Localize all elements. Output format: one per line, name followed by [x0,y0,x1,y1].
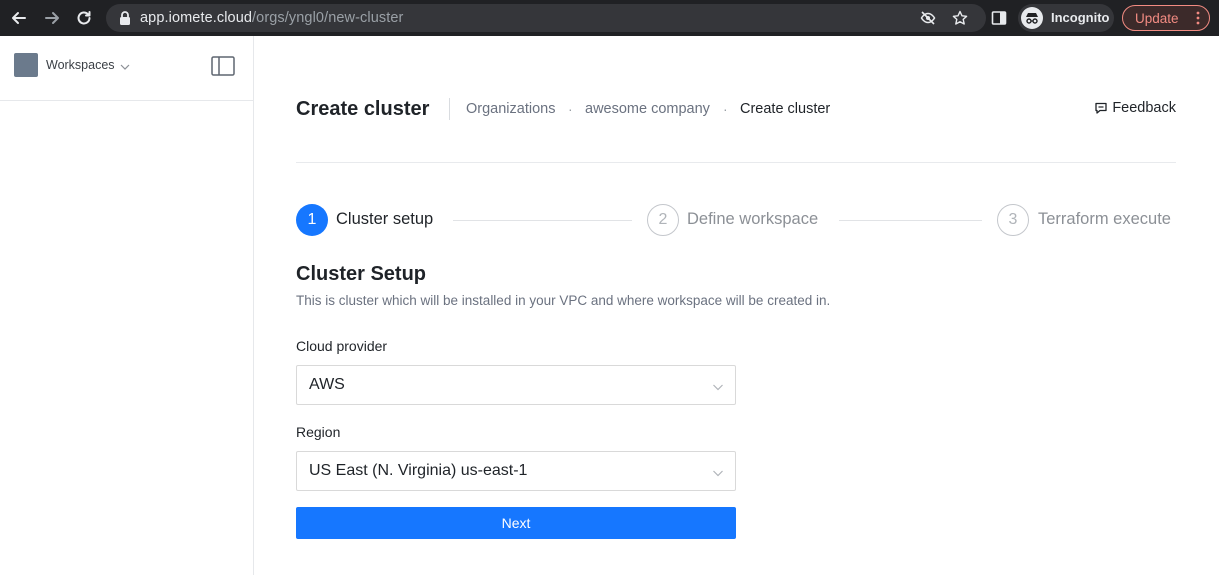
browser-toolbar: app.iomete.cloud/orgs/yngl0/new-cluster … [0,0,1219,36]
chevron-down-icon [712,380,724,392]
chat-bubble-icon [1095,102,1107,114]
step-number: 3 [1008,211,1018,228]
step-connector [453,220,632,221]
section-title: Cluster Setup [296,263,427,285]
header-divider [296,162,1176,163]
update-button[interactable]: Update [1122,5,1210,31]
address-bar[interactable]: app.iomete.cloud/orgs/yngl0/new-cluster [106,4,986,32]
title-separator [449,98,450,120]
step-number: 1 [307,211,317,228]
page-title: Create cluster [296,98,430,120]
sidebar-collapse-icon[interactable] [211,56,235,76]
breadcrumb-organizations[interactable]: Organizations [466,101,555,117]
incognito-badge[interactable]: Incognito [1018,4,1114,32]
feedback-button[interactable]: Feedback [1094,100,1176,116]
step-connector [839,220,982,221]
region-select[interactable]: US East (N. Virginia) us-east-1 [296,451,736,491]
breadcrumb-separator: · [723,101,728,117]
eye-off-icon[interactable] [920,10,936,26]
region-value: US East (N. Virginia) us-east-1 [309,462,528,479]
chevron-down-icon [712,466,724,478]
back-arrow-icon[interactable] [9,8,29,28]
incognito-icon [1021,7,1043,29]
step-2-label: Define workspace [687,210,819,228]
star-icon[interactable] [952,10,968,26]
sidebar: Workspaces [0,36,254,575]
kebab-menu-icon[interactable] [1196,11,1200,30]
workspace-selector-label[interactable]: Workspaces [46,58,115,72]
chevron-down-icon[interactable] [120,59,130,70]
breadcrumb-company[interactable]: awesome company [585,101,710,117]
step-2-indicator: 2 [647,204,679,236]
step-3-indicator: 3 [997,204,1029,236]
workspace-avatar[interactable] [14,53,38,77]
reload-icon[interactable] [74,8,94,28]
sidebar-header: Workspaces [0,36,253,101]
url-path: /orgs/yngl0/new-cluster [252,10,404,26]
step-number: 2 [658,211,668,228]
next-button[interactable]: Next [296,507,736,539]
cloud-provider-select[interactable]: AWS [296,365,736,405]
forward-arrow-icon[interactable] [42,8,62,28]
section-description: This is cluster which will be installed … [296,293,831,308]
cloud-provider-value: AWS [309,376,345,393]
sidebar-panel-icon[interactable] [989,8,1009,28]
step-3-label: Terraform execute [1038,210,1171,228]
breadcrumb-current: Create cluster [740,101,831,117]
step-1-label: Cluster setup [336,210,434,228]
cloud-provider-label: Cloud provider [296,338,388,354]
breadcrumb-separator: · [568,101,573,117]
step-1-indicator: 1 [296,204,328,236]
update-label: Update [1135,11,1179,26]
incognito-label: Incognito [1051,10,1110,25]
url-text: app.iomete.cloud/orgs/yngl0/new-cluster [140,10,403,26]
url-host: app.iomete.cloud [140,10,253,26]
lock-icon [118,10,134,26]
region-label: Region [296,424,341,440]
main-content: Create cluster Organizations · awesome c… [254,36,1219,575]
feedback-label: Feedback [1112,100,1176,116]
